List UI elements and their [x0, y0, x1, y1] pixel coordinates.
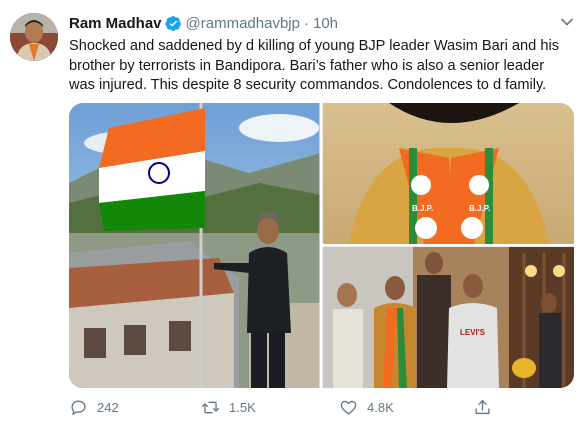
reply-count: 242 — [97, 400, 119, 415]
like-button[interactable]: 4.8K — [339, 398, 394, 417]
like-icon — [340, 400, 357, 415]
author-avatar[interactable] — [10, 13, 58, 61]
media-grid: B.J.P. B.J.P. LEVI'S — [69, 103, 574, 388]
tweet-timestamp[interactable]: 10h — [313, 15, 338, 32]
tweet-text: Shocked and saddened by d killing of you… — [69, 38, 559, 93]
tweet: Ram Madhav @rammadhavbjp · 10h Shocked a… — [0, 0, 587, 429]
shirt-brand-text: LEVI'S — [460, 328, 486, 337]
reply-icon — [71, 400, 86, 415]
scarf-label-right: B.J.P. — [469, 204, 490, 213]
author-handle[interactable]: @rammadhavbjp — [186, 15, 300, 32]
share-button[interactable] — [473, 398, 501, 417]
reply-button[interactable]: 242 — [69, 398, 119, 417]
author-name[interactable]: Ram Madhav — [69, 15, 162, 32]
action-bar: 242 1.5K 4.8K — [69, 398, 529, 420]
verified-badge-icon — [164, 15, 181, 31]
chevron-down-icon[interactable] — [559, 14, 575, 30]
retweet-button[interactable]: 1.5K — [201, 398, 256, 417]
photo-flag-hoisting[interactable] — [69, 103, 321, 388]
retweet-count: 1.5K — [229, 400, 256, 415]
photo-group[interactable]: LEVI'S — [323, 247, 574, 388]
like-count: 4.8K — [367, 400, 394, 415]
photo-scarf-closeup[interactable]: B.J.P. B.J.P. — [323, 103, 574, 244]
tweet-header: Ram Madhav @rammadhavbjp · 10h — [69, 13, 338, 33]
header-separator: · — [303, 14, 309, 32]
share-icon — [475, 400, 490, 415]
scarf-label-left: B.J.P. — [412, 204, 433, 213]
retweet-icon — [201, 401, 220, 414]
